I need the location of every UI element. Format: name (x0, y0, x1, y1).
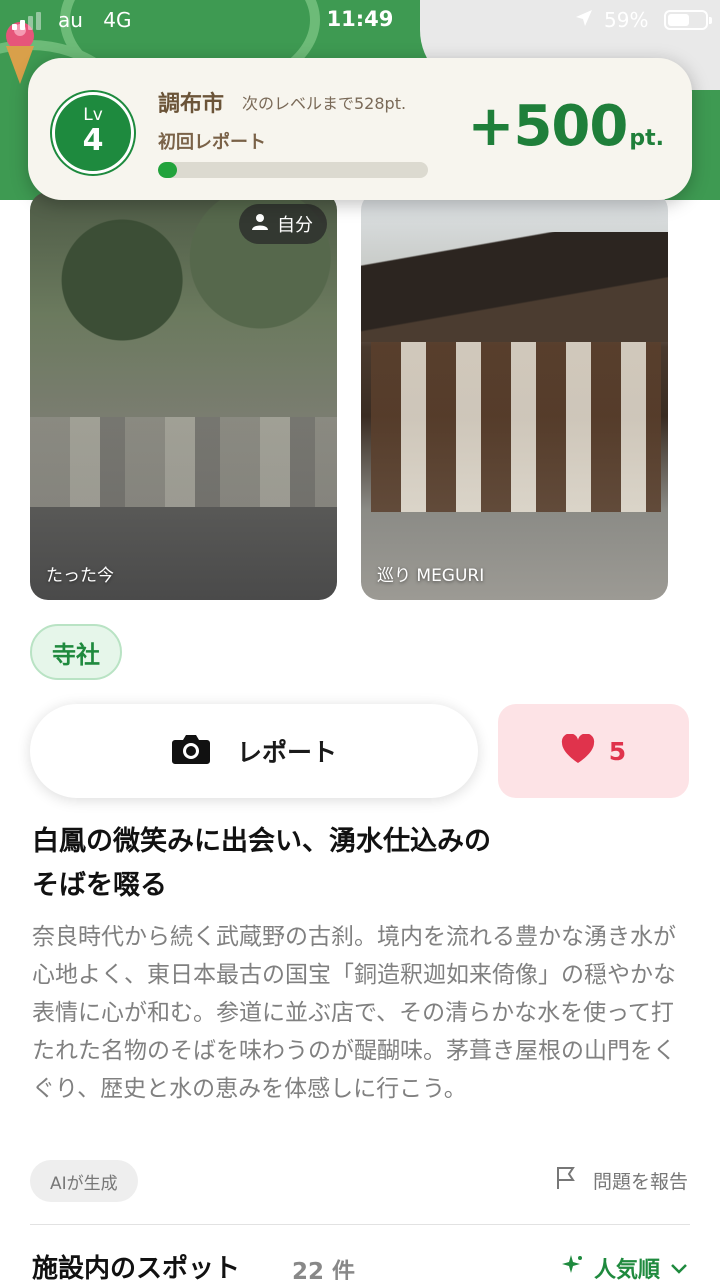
photo-content (371, 342, 661, 512)
level-number: 4 (82, 123, 104, 158)
camera-icon (171, 733, 211, 769)
heart-icon (561, 733, 595, 768)
person-icon (251, 213, 269, 236)
photo-meguri[interactable]: 巡り MEGURI (361, 192, 668, 600)
report-issue-button[interactable]: 問題を報告 (555, 1166, 688, 1195)
photo-caption: 巡り MEGURI (377, 566, 485, 586)
category-tag[interactable]: 寺社 (30, 624, 122, 680)
battery-icon (664, 10, 712, 30)
sort-label: 人気順 (593, 1258, 660, 1280)
like-button[interactable]: 5 (498, 704, 689, 798)
photo-content (361, 232, 668, 342)
progress-fill (158, 162, 177, 178)
self-chip: 自分 (239, 204, 327, 244)
article-title: 白鳳の微笑みに出会い、湧水仕込みの そばを啜る (32, 820, 692, 908)
photo-caption: たった今 (46, 566, 114, 586)
points-value: +500 (467, 94, 629, 159)
spots-section-title: 施設内のスポット (32, 1254, 241, 1280)
flag-icon (555, 1166, 577, 1195)
achievement-label: 初回レポート (158, 132, 266, 153)
chevron-down-icon (670, 1256, 688, 1280)
spots-count: 22 件 (292, 1259, 356, 1280)
report-issue-label: 問題を報告 (592, 1171, 688, 1193)
city-name: 調布市 (158, 92, 225, 117)
location-arrow-icon (575, 8, 593, 32)
divider (30, 1224, 690, 1225)
photo-user[interactable]: 自分 たった今 (30, 192, 337, 600)
sort-dropdown[interactable]: 人気順 (561, 1252, 688, 1280)
sparkle-icon (561, 1254, 584, 1280)
level-label: Lv (83, 105, 103, 125)
article-title-line: そばを啜る (32, 870, 167, 901)
article-description: 奈良時代から続く武蔵野の古刹。境内を流れる豊かな湧き水が心地よく、東日本最古の国… (32, 924, 676, 1102)
level-progress-bar (158, 162, 428, 178)
battery-percent: 59% (604, 8, 649, 32)
next-level-text: 次のレベルまで528pt. (242, 94, 407, 113)
points-earned: +500pt. (468, 94, 664, 159)
self-chip-label: 自分 (277, 215, 313, 236)
article-title-line: 白鳳の微笑みに出会い、湧水仕込みの (32, 826, 491, 857)
level-badge: Lv 4 (52, 92, 134, 174)
status-bar: au 4G 11:49 59% (0, 0, 720, 40)
ai-generated-badge: AIが生成 (30, 1160, 138, 1202)
points-unit: pt. (629, 126, 664, 151)
level-progress-card[interactable]: Lv 4 調布市 次のレベルまで528pt. 初回レポート +500pt. (28, 58, 692, 200)
report-button[interactable]: レポート (30, 704, 478, 798)
like-count: 5 (608, 736, 627, 766)
photo-content (30, 417, 337, 507)
report-button-label: レポート (236, 738, 337, 767)
